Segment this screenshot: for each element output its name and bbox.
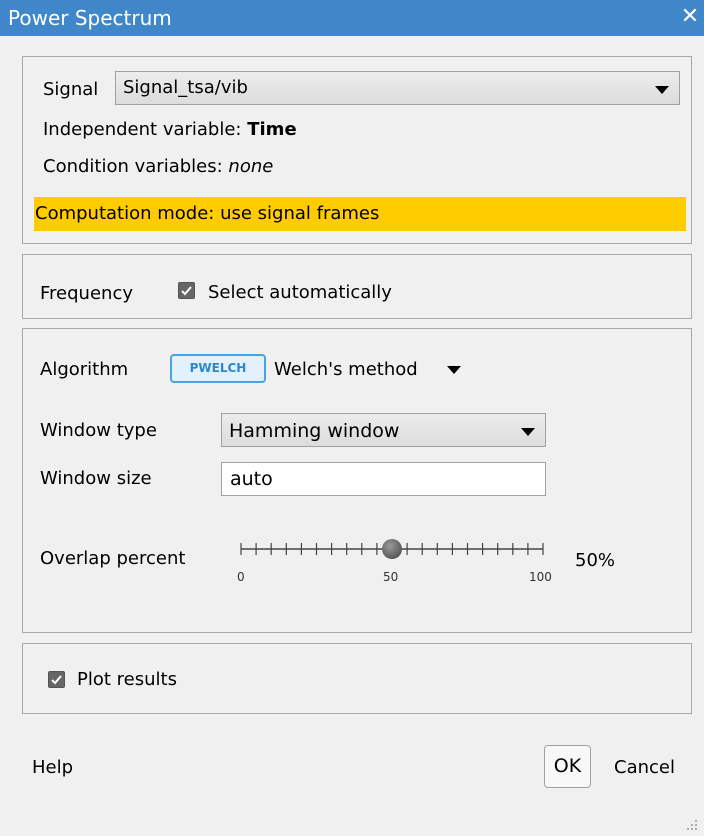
window-title: Power Spectrum bbox=[8, 6, 172, 30]
independent-variable-value: Time bbox=[247, 119, 297, 140]
slider-min-label: 0 bbox=[237, 570, 245, 584]
computation-mode-banner: Computation mode: use signal frames bbox=[34, 197, 686, 231]
frequency-label: Frequency bbox=[40, 283, 133, 304]
frequency-panel: Frequency Select automatically bbox=[22, 254, 692, 319]
computation-mode-text: Computation mode: use signal frames bbox=[35, 203, 380, 224]
chevron-down-icon bbox=[655, 86, 669, 94]
condition-variables-value: none bbox=[228, 156, 274, 177]
algorithm-label: Algorithm bbox=[40, 359, 129, 380]
chevron-down-icon bbox=[521, 428, 535, 436]
resize-grip-icon[interactable] bbox=[686, 818, 698, 830]
condition-variables-label: Condition variables: bbox=[43, 156, 223, 177]
plot-results-label: Plot results bbox=[77, 669, 177, 690]
window-type-dropdown[interactable]: Hamming window bbox=[221, 413, 546, 447]
plot-results-checkbox[interactable] bbox=[48, 671, 65, 688]
overlap-slider[interactable]: 0 50 100 bbox=[237, 536, 552, 596]
algorithm-method-select[interactable]: Welch's method bbox=[274, 359, 418, 381]
ok-button[interactable]: OK bbox=[544, 745, 591, 788]
overlap-label: Overlap percent bbox=[40, 548, 186, 569]
slider-mid-label: 50 bbox=[383, 570, 399, 584]
checkmark-icon bbox=[51, 675, 62, 685]
window-type-value: Hamming window bbox=[229, 420, 400, 442]
plot-panel: Plot results bbox=[22, 643, 692, 714]
title-bar: Power Spectrum ✕ bbox=[0, 0, 704, 36]
frequency-auto-checkbox[interactable] bbox=[178, 282, 195, 299]
help-button[interactable]: Help bbox=[32, 757, 73, 779]
signal-panel: Signal Signal_tsa/vib Independent variab… bbox=[22, 56, 692, 244]
window-size-label: Window size bbox=[40, 468, 152, 489]
slider-thumb[interactable] bbox=[382, 539, 402, 559]
window-size-input[interactable] bbox=[221, 462, 546, 496]
frequency-auto-label: Select automatically bbox=[208, 282, 392, 303]
close-icon[interactable]: ✕ bbox=[678, 4, 702, 30]
signal-dropdown-value: Signal_tsa/vib bbox=[123, 77, 248, 98]
independent-variable-label: Independent variable: bbox=[43, 119, 242, 140]
signal-dropdown[interactable]: Signal_tsa/vib bbox=[115, 71, 680, 105]
cancel-button[interactable]: Cancel bbox=[614, 757, 675, 779]
independent-variable: Independent variable: Time bbox=[43, 119, 297, 141]
signal-label: Signal bbox=[43, 79, 99, 100]
checkmark-icon bbox=[181, 286, 192, 296]
slider-max-label: 100 bbox=[529, 570, 552, 584]
algorithm-badge: PWELCH bbox=[170, 354, 266, 383]
chevron-down-icon[interactable] bbox=[447, 366, 461, 374]
window-type-label: Window type bbox=[40, 420, 157, 441]
condition-variables: Condition variables: none bbox=[43, 156, 273, 178]
overlap-value: 50% bbox=[575, 550, 616, 571]
